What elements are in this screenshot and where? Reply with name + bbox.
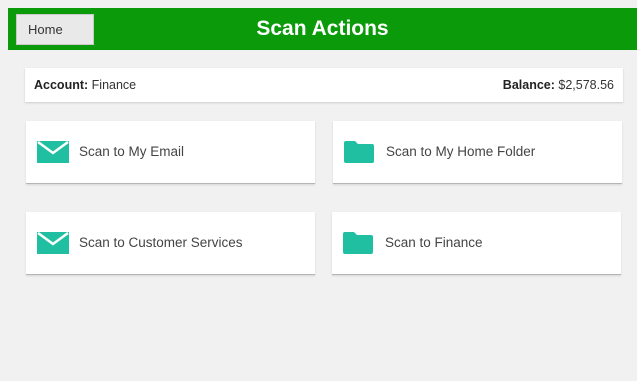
tile-label: Scan to My Home Folder [386, 144, 536, 159]
envelope-icon [37, 141, 69, 163]
balance-info: Balance: $2,578.56 [503, 68, 614, 102]
scan-to-finance-button[interactable]: Scan to Finance [332, 212, 621, 275]
header-bar: Home Scan Actions [8, 8, 637, 50]
home-button[interactable]: Home [16, 14, 94, 45]
scan-to-my-email-button[interactable]: Scan to My Email [26, 121, 315, 184]
tile-label: Scan to Finance [385, 235, 483, 250]
scan-to-my-home-folder-button[interactable]: Scan to My Home Folder [333, 121, 622, 184]
tile-label: Scan to Customer Services [79, 235, 243, 250]
scan-to-customer-services-button[interactable]: Scan to Customer Services [26, 212, 315, 275]
balance-label: Balance: [502, 78, 555, 92]
page-title: Scan Actions [256, 17, 389, 40]
account-bar: Account: Finance Balance: $2,578.56 [25, 68, 623, 102]
folder-icon [343, 232, 373, 254]
folder-icon [344, 141, 374, 163]
tile-label: Scan to My Email [79, 144, 185, 159]
account-value: Finance [91, 78, 137, 92]
balance-value: $2,578.56 [558, 78, 614, 92]
account-label: Account: [34, 78, 89, 92]
envelope-icon [37, 232, 69, 254]
account-info: Account: Finance [34, 68, 136, 102]
